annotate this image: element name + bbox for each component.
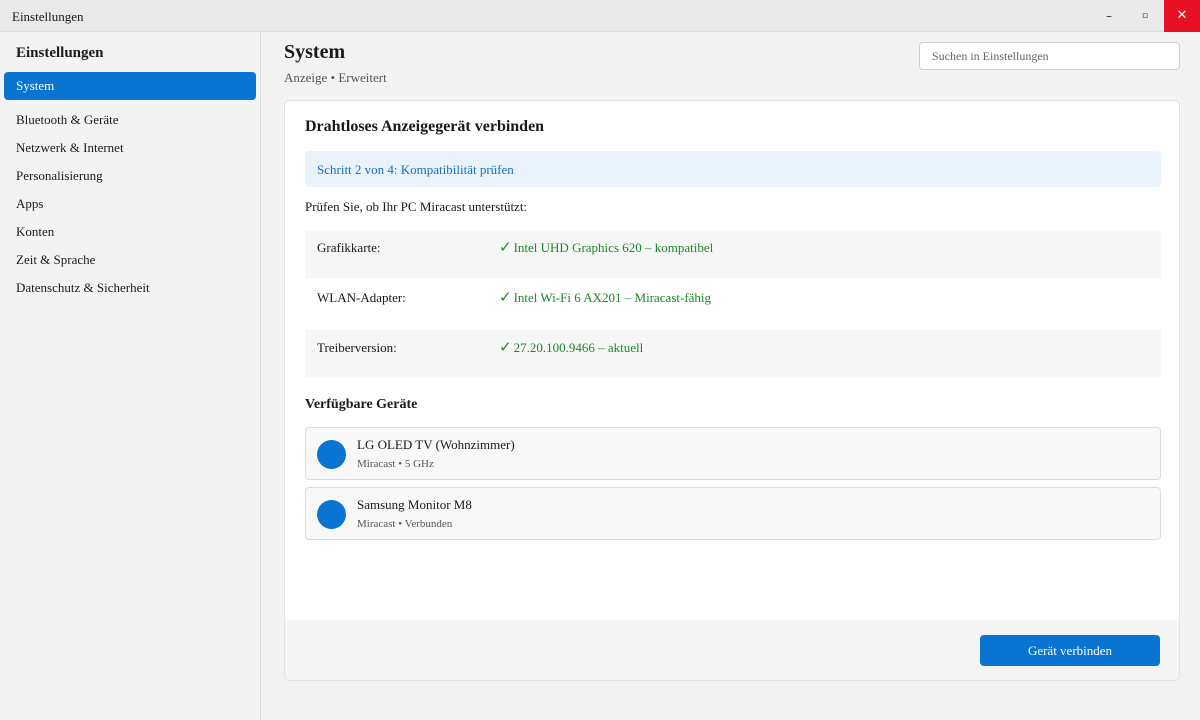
- check-value-text: Intel UHD Graphics 620 – kompatibel: [513, 240, 714, 255]
- check-value: ✓ 27.20.100.9466 – aktuell: [499, 338, 643, 356]
- device-meta: Miracast • 5 GHz: [357, 458, 434, 470]
- sidebar-item-time-language[interactable]: Zeit & Sprache: [4, 246, 256, 274]
- sidebar-item-system[interactable]: System: [4, 72, 256, 100]
- maximize-icon[interactable]: ▫: [1127, 0, 1163, 32]
- close-icon[interactable]: ✕: [1164, 0, 1200, 32]
- sidebar-item-apps[interactable]: Apps: [4, 190, 256, 218]
- card-title: Drahtloses Anzeigegerät verbinden: [305, 118, 545, 135]
- check-value: ✓ Intel UHD Graphics 620 – kompatibel: [499, 238, 713, 256]
- sidebar: Einstellungen System Bluetooth & Geräte …: [0, 32, 261, 720]
- window-title: Einstellungen: [12, 9, 84, 24]
- check-row-graphics: Grafikkarte: ✓ Intel UHD Graphics 620 – k…: [305, 230, 1161, 278]
- device-item-lg-oled[interactable]: LG OLED TV (Wohnzimmer) Miracast • 5 GHz: [305, 427, 1161, 480]
- sidebar-item-privacy[interactable]: Datenschutz & Sicherheit: [4, 274, 256, 302]
- device-icon: [317, 500, 346, 529]
- step-banner: Schritt 2 von 4: Kompatibilität prüfen: [305, 151, 1161, 187]
- check-label: WLAN-Adapter:: [317, 290, 406, 305]
- device-name: Samsung Monitor M8: [357, 497, 472, 512]
- breadcrumb: Anzeige • Erweitert: [284, 70, 387, 85]
- check-icon: ✓: [499, 338, 512, 356]
- devices-title: Verfügbare Geräte: [305, 397, 418, 412]
- check-value: ✓ Intel Wi-Fi 6 AX201 – Miracast-fähig: [499, 288, 711, 306]
- device-meta: Miracast • Verbunden: [357, 518, 453, 530]
- sidebar-item-network[interactable]: Netzwerk & Internet: [4, 134, 256, 162]
- check-row-wlan: WLAN-Adapter: ✓ Intel Wi-Fi 6 AX201 – Mir…: [305, 280, 1161, 328]
- check-label: Treiberversion:: [317, 340, 397, 355]
- check-icon: ✓: [499, 288, 512, 306]
- intro-text: Prüfen Sie, ob Ihr PC Miracast unterstüt…: [305, 199, 528, 214]
- sidebar-item-accounts[interactable]: Konten: [4, 218, 256, 246]
- sidebar-item-bluetooth[interactable]: Bluetooth & Geräte: [4, 106, 256, 134]
- title-bar: Einstellungen – ▫ ✕: [0, 0, 1200, 32]
- check-value-text: Intel Wi-Fi 6 AX201 – Miracast-fähig: [513, 290, 712, 305]
- page-title: System: [284, 41, 346, 63]
- check-row-driver: Treiberversion: ✓ 27.20.100.9466 – aktuel…: [305, 330, 1161, 378]
- wireless-display-card: Drahtloses Anzeigegerät verbinden Schrit…: [284, 100, 1180, 681]
- sidebar-item-personalization[interactable]: Personalisierung: [4, 162, 256, 190]
- connect-device-button[interactable]: Gerät verbinden: [980, 635, 1160, 666]
- card-footer: Gerät verbinden: [285, 620, 1179, 680]
- minimize-icon[interactable]: –: [1091, 0, 1127, 32]
- sidebar-title: Einstellungen: [16, 45, 104, 61]
- device-icon: [317, 440, 346, 469]
- check-icon: ✓: [499, 238, 512, 256]
- check-value-text: 27.20.100.9466 – aktuell: [513, 340, 644, 355]
- search-input[interactable]: [919, 42, 1180, 70]
- check-label: Grafikkarte:: [317, 240, 381, 255]
- main-content: System Anzeige • Erweitert Drahtloses An…: [261, 32, 1200, 720]
- device-name: LG OLED TV (Wohnzimmer): [357, 437, 515, 452]
- device-item-samsung-monitor[interactable]: Samsung Monitor M8 Miracast • Verbunden: [305, 487, 1161, 540]
